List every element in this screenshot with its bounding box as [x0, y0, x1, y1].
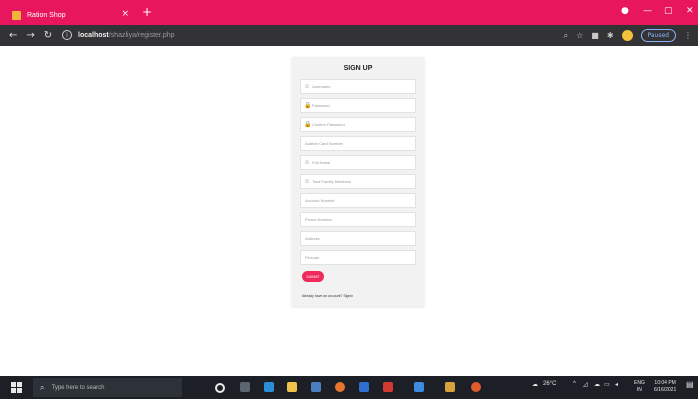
avatar[interactable]: [621, 30, 633, 41]
taskbar-search-input[interactable]: ⌕ Type here to search: [33, 378, 182, 397]
aadhar-field[interactable]: Aadhar Card Number: [300, 136, 416, 151]
full-name-field[interactable]: ☺ Full Name: [300, 155, 416, 170]
field-placeholder: Username: [312, 84, 331, 89]
weather-text: 26°C: [543, 381, 557, 387]
field-placeholder: Password: [312, 103, 330, 108]
network-icon[interactable]: ◿: [583, 381, 588, 388]
clock-date: 6/16/2021: [654, 387, 677, 393]
task-view-icon[interactable]: [240, 382, 250, 392]
toolbar-icons: ⌕ ☆ ■ ✱ Paused ⋮: [564, 29, 692, 42]
reload-icon[interactable]: ↻: [44, 30, 52, 41]
field-placeholder: Address: [305, 236, 320, 241]
chrome-icon[interactable]: [335, 382, 345, 392]
minimize-button[interactable]: —: [643, 5, 652, 17]
address-bar: ← → ↻ i localhost /shazliya/register.php…: [0, 25, 698, 46]
url-field[interactable]: i localhost /shazliya/register.php: [62, 27, 622, 43]
phone-number-field[interactable]: Phone Number: [300, 212, 416, 227]
lang-line-1: ENG: [634, 380, 645, 386]
volume-icon[interactable]: ◂: [615, 381, 618, 388]
field-placeholder: Full Name: [312, 160, 331, 165]
clock[interactable]: 10:04 PM 6/16/2021: [654, 380, 676, 394]
edge-icon[interactable]: [264, 382, 274, 392]
file-explorer-icon[interactable]: [287, 382, 297, 392]
puzzle-icon[interactable]: ✱: [607, 30, 614, 42]
vscode-icon[interactable]: [359, 382, 369, 392]
profile-icon[interactable]: ●: [621, 5, 629, 17]
back-icon[interactable]: ←: [9, 30, 17, 41]
user-icon: ☺: [304, 178, 311, 185]
password-field[interactable]: 🔒 Password: [300, 98, 416, 113]
maximize-button[interactable]: ▢: [664, 5, 673, 17]
lock-icon: 🔒: [304, 102, 312, 109]
info-icon[interactable]: i: [62, 30, 72, 40]
close-window-button[interactable]: ✕: [686, 5, 694, 17]
confirm-password-field[interactable]: 🔒 Confirm Password: [300, 117, 416, 132]
taskbar: ⌕ Type here to search ☁ 26°C ^ ◿ ☁ ▭ ◂ E…: [0, 376, 698, 399]
cortana-icon[interactable]: [215, 383, 225, 393]
tab-title: Ration Shop: [27, 11, 66, 19]
acrobat-icon[interactable]: [383, 382, 393, 392]
tray-chevron-icon[interactable]: ^: [573, 381, 576, 387]
zoom-icon[interactable]: ⌕: [564, 30, 568, 42]
browser-tab-bar: Ration Shop × + ● — ▢ ✕: [0, 0, 698, 25]
field-placeholder: Pincode: [305, 255, 320, 260]
username-field[interactable]: ☺ Username: [300, 79, 416, 94]
clock-time: 10:04 PM: [654, 380, 676, 386]
app-icon[interactable]: [414, 382, 424, 392]
signup-card: SIGN UP ☺ Username 🔒 Password 🔒 Confirm …: [292, 57, 424, 306]
favicon-icon: [12, 10, 21, 20]
xampp-icon[interactable]: [445, 382, 455, 392]
signin-prompt: Already have an account? Signin: [302, 294, 353, 298]
signin-link[interactable]: in: [350, 294, 353, 298]
submit-button[interactable]: SUBMIT: [302, 271, 324, 282]
field-placeholder: Total Family Members: [312, 179, 352, 184]
menu-icon[interactable]: ⋮: [684, 30, 692, 42]
weather-icon[interactable]: ☁: [532, 381, 538, 388]
profile-status-badge[interactable]: Paused: [640, 29, 676, 42]
cloud-icon[interactable]: ☁: [594, 381, 600, 388]
language-indicator[interactable]: ENG IN: [634, 380, 645, 394]
url-path: /shazliya/register.php: [108, 31, 175, 39]
tab-close-button[interactable]: ×: [121, 8, 129, 20]
field-placeholder: Phone Number: [305, 217, 332, 222]
search-placeholder: Type here to search: [51, 384, 105, 391]
account-number-field[interactable]: Account Number: [300, 193, 416, 208]
field-placeholder: Aadhar Card Number: [305, 141, 344, 146]
notification-icon[interactable]: ▤: [686, 380, 694, 389]
battery-icon[interactable]: ▭: [604, 381, 610, 388]
signin-prompt-text: Already have an account? Sign: [302, 294, 351, 298]
lock-icon: 🔒: [304, 121, 312, 128]
bookmark-star-icon[interactable]: ☆: [576, 30, 583, 42]
forward-icon[interactable]: →: [26, 30, 34, 41]
lang-line-2: IN: [636, 387, 642, 393]
search-icon: ⌕: [40, 382, 45, 392]
field-placeholder: Account Number: [305, 198, 335, 203]
user-icon: ☺: [304, 83, 311, 90]
new-tab-button[interactable]: +: [142, 6, 152, 18]
field-placeholder: Confirm Password: [312, 122, 345, 127]
browser-tab[interactable]: Ration Shop ×: [6, 5, 135, 25]
firefox-icon[interactable]: [471, 382, 481, 392]
page-title: SIGN UP: [343, 65, 373, 72]
pincode-field[interactable]: Pincode: [300, 250, 416, 265]
windows-start-icon[interactable]: [11, 382, 22, 393]
family-members-field[interactable]: ☺ Total Family Members: [300, 174, 416, 189]
extension-icon[interactable]: ■: [591, 30, 599, 42]
store-icon[interactable]: [311, 382, 321, 392]
user-icon: ☺: [304, 159, 311, 166]
address-field[interactable]: Address: [300, 231, 416, 246]
url-host: localhost: [78, 31, 109, 39]
